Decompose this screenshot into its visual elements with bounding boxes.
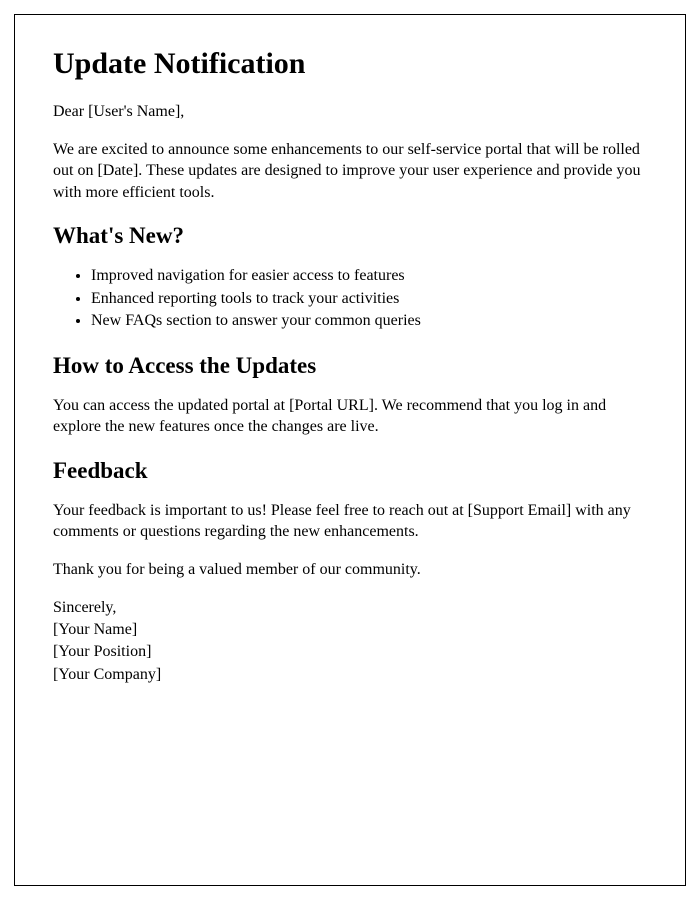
document-frame: Update Notification Dear [User's Name], …: [14, 14, 686, 886]
access-paragraph: You can access the updated portal at [Po…: [53, 395, 647, 438]
closing-line: Sincerely,: [53, 597, 647, 619]
signature-position: [Your Position]: [53, 641, 647, 663]
thank-you-paragraph: Thank you for being a valued member of o…: [53, 559, 647, 581]
signature-name: [Your Name]: [53, 619, 647, 641]
salutation: Dear [User's Name],: [53, 101, 647, 123]
signature-company: [Your Company]: [53, 664, 647, 686]
page-title: Update Notification: [53, 47, 647, 81]
list-item: Enhanced reporting tools to track your a…: [91, 288, 647, 310]
list-item: New FAQs section to answer your common q…: [91, 310, 647, 332]
section-heading-access: How to Access the Updates: [53, 353, 647, 379]
intro-paragraph: We are excited to announce some enhancem…: [53, 139, 647, 204]
list-item: Improved navigation for easier access to…: [91, 265, 647, 287]
signature-block: Sincerely, [Your Name] [Your Position] […: [53, 597, 647, 687]
whatsnew-list: Improved navigation for easier access to…: [91, 265, 647, 332]
section-heading-feedback: Feedback: [53, 458, 647, 484]
section-heading-whatsnew: What's New?: [53, 223, 647, 249]
feedback-paragraph: Your feedback is important to us! Please…: [53, 500, 647, 543]
